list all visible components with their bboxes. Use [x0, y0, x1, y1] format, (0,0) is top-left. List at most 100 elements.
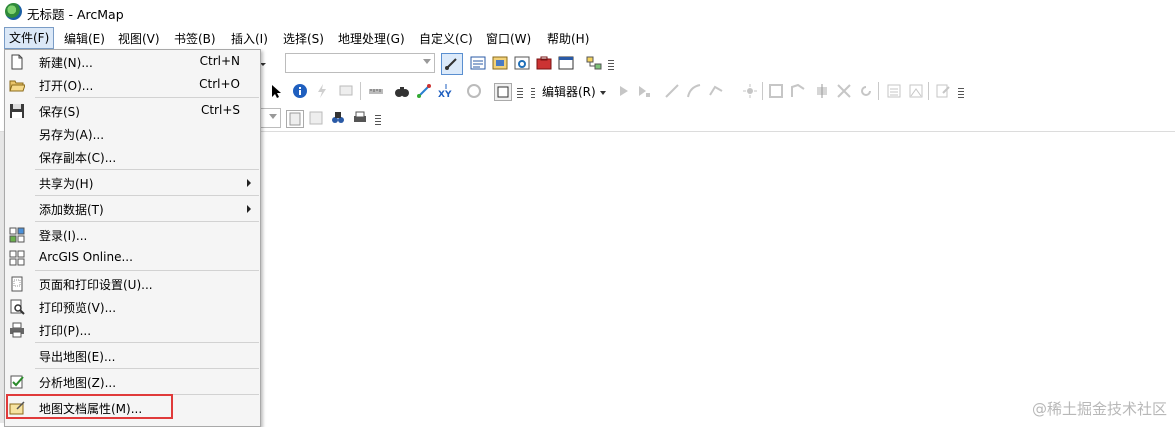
analyze-map-checklist-icon: [9, 374, 25, 390]
menu-insert[interactable]: 插入(I): [229, 30, 270, 47]
open-folder-icon: [9, 77, 26, 93]
point-icon[interactable]: [742, 83, 758, 99]
identify-icon[interactable]: [292, 83, 308, 99]
menu-separator: [35, 195, 259, 196]
file-menu-analyze-map[interactable]: 分析地图(Z)...: [5, 371, 260, 393]
split-tool-icon[interactable]: [836, 83, 852, 99]
submenu-arrow-icon: [247, 205, 251, 213]
submenu-arrow-icon: [247, 179, 251, 187]
measure-ruler-icon[interactable]: [368, 83, 384, 99]
toolbar-grip-icon[interactable]: [531, 88, 535, 98]
menu-help[interactable]: 帮助(H): [545, 30, 591, 47]
menu-item-label: 打印(P)...: [39, 324, 92, 338]
title-bar: 无标题 - ArcMap: [0, 0, 1175, 24]
file-menu-export-map[interactable]: 导出地图(E)...: [5, 345, 260, 367]
arcmap-globe-icon: [5, 3, 22, 20]
page-setup-icon: [9, 276, 25, 292]
attributes-icon[interactable]: [886, 83, 902, 99]
print-preview-icon: [9, 299, 25, 315]
menu-item-label: 另存为(A)...: [39, 128, 105, 142]
create-features-icon[interactable]: [935, 83, 951, 99]
toolbar-grip-icon[interactable]: [958, 88, 964, 98]
toolbar-separator: [762, 82, 763, 100]
menu-item-label: 打印预览(V)...: [39, 301, 117, 315]
window-title: 无标题 - ArcMap: [27, 7, 124, 22]
trace-icon[interactable]: [708, 83, 724, 99]
layout-view-icon[interactable]: [286, 110, 304, 128]
find-binoculars-icon[interactable]: [394, 83, 410, 99]
catalog-icon[interactable]: [492, 55, 508, 71]
menu-view[interactable]: 视图(V): [116, 30, 162, 47]
rotate-icon[interactable]: [858, 83, 874, 99]
scale-combo[interactable]: [285, 53, 435, 73]
search-window-icon[interactable]: [514, 55, 530, 71]
file-menu-share-as[interactable]: 共享为(H): [5, 172, 260, 194]
menu-item-label: 导出地图(E)...: [39, 350, 116, 364]
share-map-icon[interactable]: [330, 110, 346, 126]
menu-separator: [35, 342, 259, 343]
file-menu-save-copy[interactable]: 保存副本(C)...: [5, 146, 260, 168]
sign-in-icon: [9, 227, 25, 243]
cut-polygons-icon[interactable]: [814, 83, 830, 99]
menu-item-label: 共享为(H): [39, 177, 94, 191]
menu-windows[interactable]: 窗口(W): [484, 30, 533, 47]
arctoolbox-icon[interactable]: [536, 55, 552, 71]
go-to-xy-icon[interactable]: XY: [438, 83, 454, 100]
menu-customize[interactable]: 自定义(C): [417, 30, 475, 47]
menu-file[interactable]: 文件(F): [4, 27, 55, 49]
menu-item-label: 添加数据(T): [39, 203, 104, 217]
select-elements-arrow-icon[interactable]: [268, 83, 284, 99]
editor-toolbar-icon[interactable]: [441, 53, 463, 75]
straight-segment-icon[interactable]: [664, 83, 680, 99]
file-menu-new[interactable]: 新建(N)... Ctrl+N: [5, 51, 260, 73]
file-menu-add-data[interactable]: 添加数据(T): [5, 198, 260, 220]
editor-menu-label: 编辑器(R): [542, 85, 596, 99]
sketch-properties-icon[interactable]: [908, 83, 924, 99]
menu-edit[interactable]: 编辑(E): [62, 30, 107, 47]
hyperlink-lightning-icon[interactable]: [314, 83, 330, 99]
file-menu-save[interactable]: 保存(S) Ctrl+S: [5, 100, 260, 122]
python-window-icon[interactable]: [558, 55, 574, 71]
menu-geoprocessing[interactable]: 地理处理(G): [336, 30, 407, 47]
menu-separator: [35, 169, 259, 170]
file-menu-print[interactable]: 打印(P)...: [5, 319, 260, 341]
file-menu-open[interactable]: 打开(O)... Ctrl+O: [5, 74, 260, 96]
toolbar-grip-icon[interactable]: [375, 115, 381, 125]
file-menu-page-setup[interactable]: 页面和打印设置(U)...: [5, 273, 260, 295]
menu-item-label: 保存副本(C)...: [39, 151, 117, 165]
create-viewer-window-icon[interactable]: [494, 83, 512, 101]
arcgis-online-grid-icon: [9, 250, 25, 266]
menu-item-label: 打开(O)...: [39, 79, 94, 93]
toolbar-grip-icon[interactable]: [517, 88, 523, 98]
printer-icon: [9, 322, 25, 338]
end-point-arc-icon[interactable]: [686, 83, 702, 99]
toolbar-grip-icon[interactable]: [608, 60, 614, 70]
edit-tool-icon[interactable]: [616, 83, 632, 99]
zoom-whole-page-icon[interactable]: [308, 110, 324, 126]
menu-item-shortcut: Ctrl+O: [199, 77, 240, 91]
html-popup-icon[interactable]: [338, 83, 354, 99]
menu-separator: [35, 368, 259, 369]
highlight-annotation-box: [6, 394, 173, 419]
file-menu-arcgis-online[interactable]: ArcGIS Online...: [5, 247, 260, 269]
edit-vertices-icon[interactable]: [768, 83, 784, 99]
menu-item-label: 登录(I)...: [39, 229, 88, 243]
file-menu-save-as[interactable]: 另存为(A)...: [5, 123, 260, 145]
toolbar-separator: [878, 82, 879, 100]
table-of-contents-icon[interactable]: [470, 55, 486, 71]
menu-item-label: 保存(S): [39, 105, 80, 119]
print-setup-icon[interactable]: [352, 110, 368, 126]
editor-menu[interactable]: 编辑器(R): [542, 83, 606, 100]
toolbar-separator: [928, 82, 929, 100]
file-menu-sign-in[interactable]: 登录(I)...: [5, 224, 260, 246]
edit-annotation-icon[interactable]: [636, 83, 652, 99]
reshape-feature-icon[interactable]: [790, 83, 806, 99]
model-builder-icon[interactable]: [586, 55, 602, 71]
file-menu-print-preview[interactable]: 打印预览(V)...: [5, 296, 260, 318]
menu-selection[interactable]: 选择(S): [281, 30, 326, 47]
zoom-combo[interactable]: [259, 108, 281, 128]
file-menu-dropdown: 新建(N)... Ctrl+N 打开(O)... Ctrl+O 保存(S) Ct…: [4, 49, 261, 427]
menu-bookmarks[interactable]: 书签(B): [172, 30, 218, 47]
find-route-icon[interactable]: [416, 83, 432, 99]
time-slider-icon[interactable]: [466, 83, 482, 99]
